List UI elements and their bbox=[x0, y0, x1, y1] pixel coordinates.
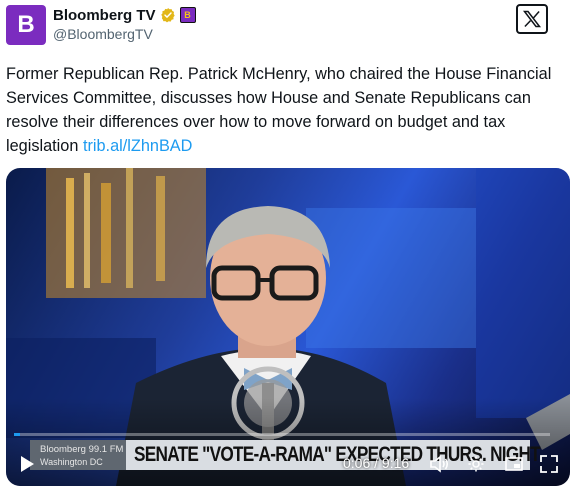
video-time: 0:06 / 9:16 bbox=[343, 455, 410, 471]
video-progress-fill bbox=[14, 433, 20, 436]
pip-icon[interactable] bbox=[505, 455, 523, 473]
x-logo-icon[interactable] bbox=[516, 4, 548, 34]
tweet-text: Former Republican Rep. Patrick McHenry, … bbox=[6, 62, 556, 158]
tweet-link[interactable]: trib.al/lZhnBAD bbox=[83, 137, 193, 155]
tweet-card: B Bloomberg TV B @BloombergTV Former Rep… bbox=[0, 0, 576, 494]
chyron-city: Washington DC bbox=[40, 457, 103, 467]
video-player[interactable] bbox=[6, 168, 570, 486]
avatar[interactable]: B bbox=[6, 5, 46, 45]
account-handle[interactable]: @BloombergTV bbox=[53, 26, 153, 42]
video-progress-bar[interactable] bbox=[14, 433, 550, 436]
chyron-station: Bloomberg 99.1 FM bbox=[40, 444, 124, 455]
fullscreen-icon[interactable] bbox=[540, 455, 558, 473]
affiliate-badge-letter: B bbox=[184, 10, 191, 20]
video-frame bbox=[6, 168, 570, 486]
display-name[interactable]: Bloomberg TV bbox=[53, 7, 156, 24]
play-icon[interactable] bbox=[18, 455, 36, 473]
name-row: Bloomberg TV B bbox=[53, 5, 196, 25]
verified-badge-icon[interactable] bbox=[160, 7, 176, 23]
settings-icon[interactable] bbox=[467, 455, 485, 473]
affiliate-badge-icon[interactable]: B bbox=[179, 7, 196, 23]
volume-icon[interactable] bbox=[430, 455, 450, 473]
avatar-letter: B bbox=[17, 11, 35, 38]
